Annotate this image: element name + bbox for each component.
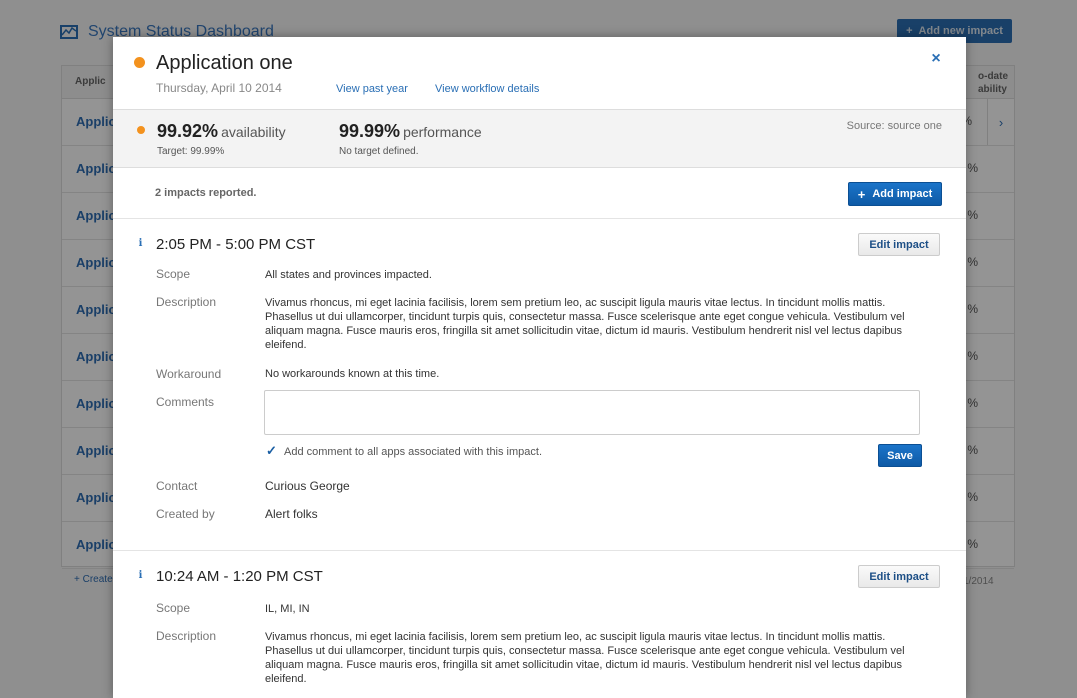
comments-label: Comments xyxy=(156,395,215,409)
edit-impact-label: Edit impact xyxy=(869,570,929,583)
scope-value: All states and provinces impacted. xyxy=(265,269,432,281)
scope-label: Scope xyxy=(156,267,191,281)
description-value: Vivamus rhoncus, mi eget lacinia facilis… xyxy=(265,631,905,685)
info-icon: i xyxy=(138,238,143,249)
description-label: Description xyxy=(156,295,217,309)
modal-header: Application one Thursday, April 10 2014 … xyxy=(113,37,966,110)
description-value: Vivamus rhoncus, mi eget lacinia facilis… xyxy=(265,297,905,351)
availability-label: availability xyxy=(221,124,286,140)
stats-bar: 99.92% availability Target: 99.99% 99.99%… xyxy=(113,110,966,168)
impacts-count: 2 impacts reported. xyxy=(155,187,257,199)
save-label: Save xyxy=(887,449,913,462)
add-impact-button[interactable]: + Add impact xyxy=(848,182,942,206)
impact-time: 2:05 PM - 5:00 PM CST xyxy=(156,236,316,253)
edit-impact-button[interactable]: Edit impact xyxy=(858,565,940,588)
contact-label: Contact xyxy=(156,479,198,493)
save-button[interactable]: Save xyxy=(878,444,922,467)
availability-stat: 99.92% availability xyxy=(157,121,286,142)
comments-input[interactable] xyxy=(264,390,920,435)
info-icon: i xyxy=(138,570,143,581)
view-workflow-details-link[interactable]: View workflow details xyxy=(435,83,539,95)
performance-target: No target defined. xyxy=(339,146,419,157)
edit-impact-button[interactable]: Edit impact xyxy=(858,233,940,256)
scope-value: IL, MI, IN xyxy=(265,603,310,615)
created-by-value: Alert folks xyxy=(265,507,318,521)
description-label: Description xyxy=(156,629,217,643)
application-modal: Application one Thursday, April 10 2014 … xyxy=(113,37,966,698)
impacts-toolbar: 2 impacts reported. + Add impact xyxy=(113,168,966,219)
plus-icon: + xyxy=(857,186,866,202)
status-indicator xyxy=(134,57,145,68)
performance-stat: 99.99% performance xyxy=(339,121,482,142)
close-icon[interactable]: × xyxy=(929,51,943,67)
performance-label: performance xyxy=(403,124,482,140)
availability-target: Target: 99.99% xyxy=(157,146,225,157)
workaround-label: Workaround xyxy=(156,367,222,381)
performance-value: 99.99% xyxy=(339,121,401,141)
workaround-value: No workarounds known at this time. xyxy=(265,368,440,380)
add-impact-label: Add impact xyxy=(872,188,933,200)
impact-item: i 10:24 AM - 1:20 PM CST Edit impact Sco… xyxy=(113,551,966,698)
availability-value: 99.92% xyxy=(157,121,219,141)
checkmark-icon[interactable]: ✓ xyxy=(266,444,277,457)
view-past-year-link[interactable]: View past year xyxy=(336,83,408,95)
modal-date: Thursday, April 10 2014 xyxy=(156,81,282,95)
impact-time: 10:24 AM - 1:20 PM CST xyxy=(156,568,323,585)
edit-impact-label: Edit impact xyxy=(869,238,929,251)
source-label: Source: source one xyxy=(846,120,942,132)
contact-value: Curious George xyxy=(265,479,350,493)
created-by-label: Created by xyxy=(156,507,215,521)
impact-item: i 2:05 PM - 5:00 PM CST Edit impact Scop… xyxy=(113,219,966,551)
scope-label: Scope xyxy=(156,601,191,615)
add-comment-all-apps-label: Add comment to all apps associated with … xyxy=(284,446,543,458)
modal-title: Application one xyxy=(156,52,293,74)
availability-status-dot xyxy=(137,126,145,134)
